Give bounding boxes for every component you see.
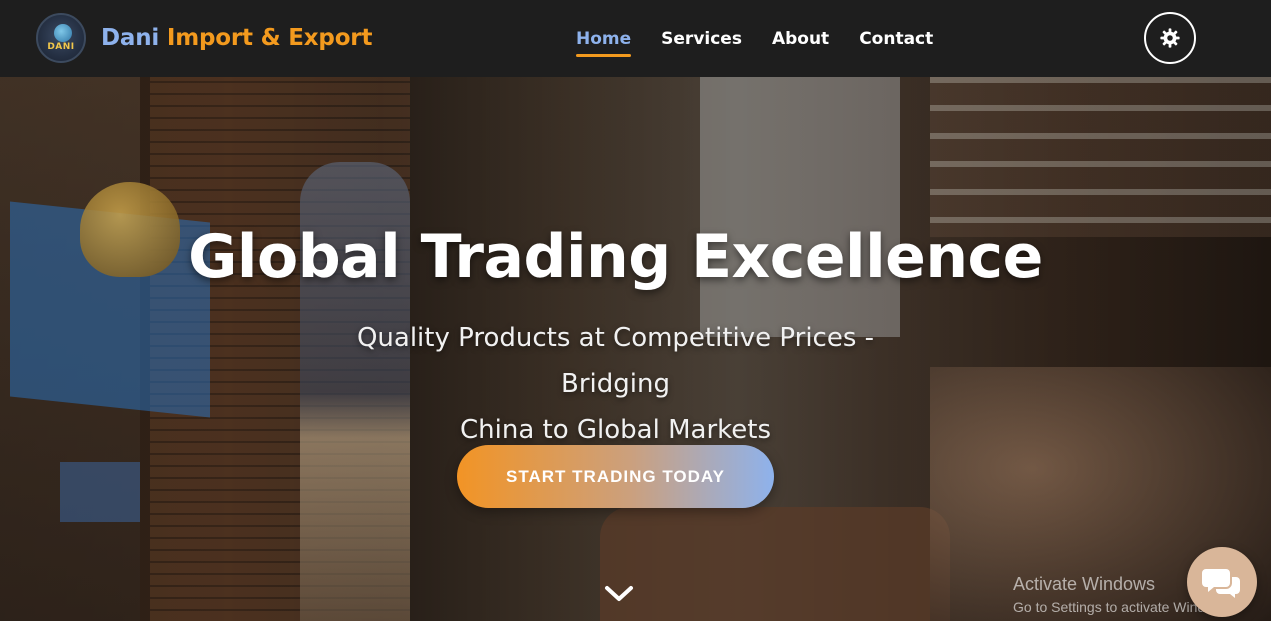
globe-icon — [54, 24, 72, 42]
hero-subtitle: Quality Products at Competitive Prices -… — [300, 315, 931, 453]
background-whiteboard — [700, 77, 900, 337]
background-laptop — [60, 462, 140, 522]
logo-text: DANI — [47, 42, 75, 52]
main-nav: Home Services About Contact — [576, 0, 963, 77]
settings-button[interactable] — [1144, 12, 1196, 64]
brand-name-rest: Import & Export — [166, 25, 373, 51]
hero-section: Global Trading Excellence Quality Produc… — [0, 77, 1271, 621]
hero-subtitle-line1: Quality Products at Competitive Prices -… — [356, 323, 875, 399]
background-ceiling-lights — [930, 77, 1271, 237]
chevron-down-icon[interactable] — [603, 581, 635, 605]
background-sofa — [600, 507, 950, 621]
brand-logo[interactable]: DANI — [36, 13, 86, 63]
hero-subtitle-line2: China to Global Markets — [459, 415, 772, 445]
nav-contact[interactable]: Contact — [859, 29, 933, 49]
brand[interactable]: DANI Dani Import & Export — [36, 13, 372, 63]
brand-name-first: Dani — [101, 25, 160, 51]
hero-title: Global Trading Excellence — [188, 222, 1043, 292]
start-trading-button[interactable]: START TRADING TODAY — [457, 445, 774, 508]
chat-button[interactable] — [1187, 547, 1257, 617]
chat-bubbles-icon — [1202, 569, 1240, 598]
brand-name[interactable]: Dani Import & Export — [101, 25, 372, 51]
nav-services[interactable]: Services — [661, 29, 742, 49]
nav-about[interactable]: About — [772, 29, 829, 49]
navbar: DANI Dani Import & Export Home Services … — [0, 0, 1271, 77]
nav-home[interactable]: Home — [576, 29, 632, 57]
gear-icon — [1160, 28, 1180, 48]
